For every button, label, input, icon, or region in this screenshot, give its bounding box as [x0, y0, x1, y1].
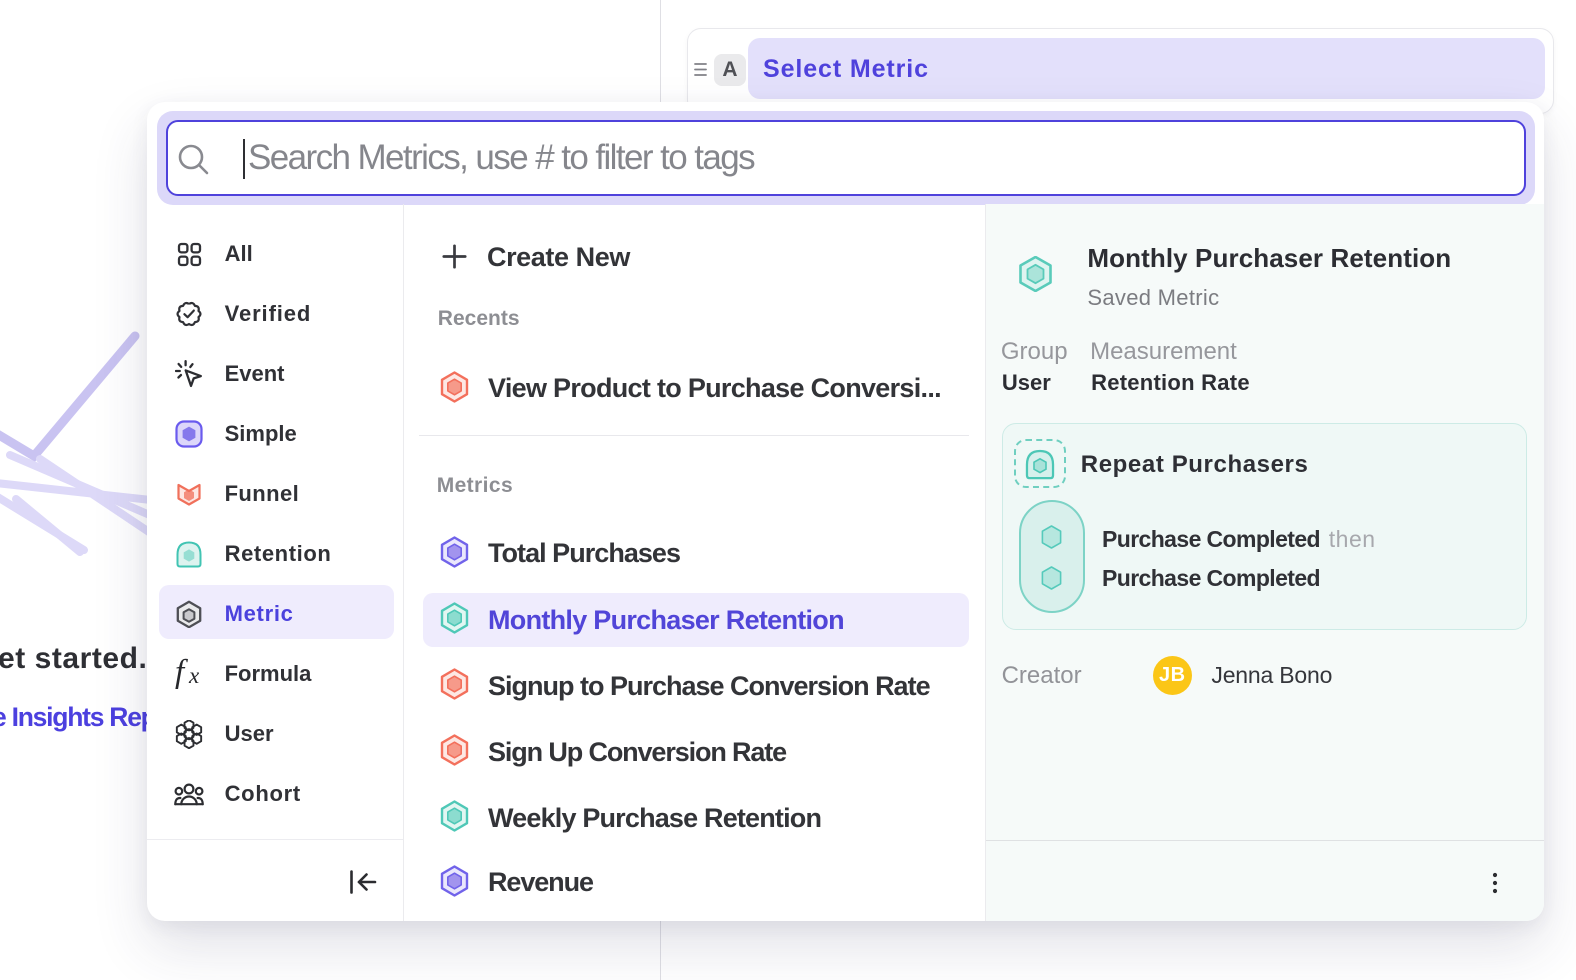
svg-text:x: x: [188, 663, 200, 688]
svg-text:f: f: [175, 654, 188, 690]
